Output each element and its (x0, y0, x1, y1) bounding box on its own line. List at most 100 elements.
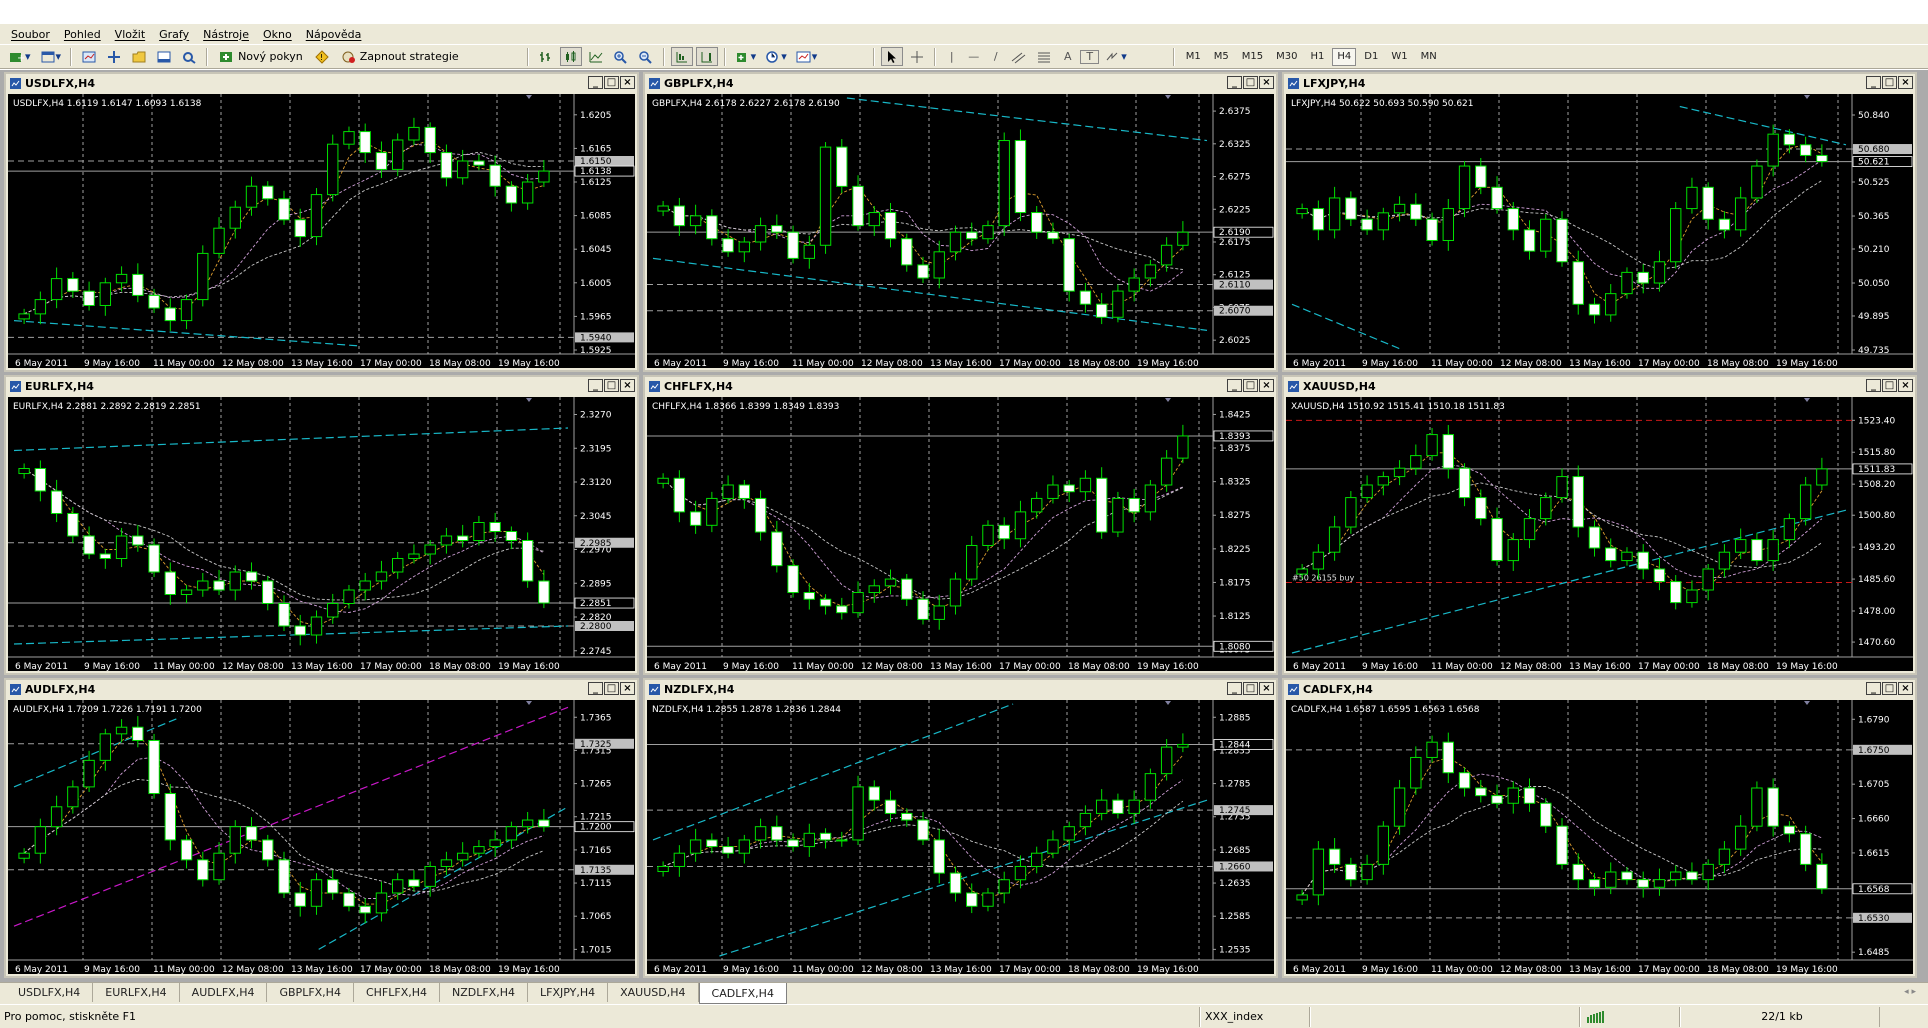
minimize-icon[interactable]: _ (1866, 682, 1881, 695)
timeframe-m30[interactable]: M30 (1271, 48, 1302, 66)
timeframe-m5[interactable]: M5 (1209, 48, 1234, 66)
chart-titlebar[interactable]: USDLFX,H4 _ □ × (6, 74, 637, 92)
menu-charts[interactable]: Grafy (152, 28, 196, 41)
chart-tab[interactable]: GBPLFX,H4 (267, 983, 354, 1002)
chart-canvas[interactable]: 6 May 2011 9 May 16:00 11 May 00:00 12 May … (1286, 94, 1913, 368)
chart-tab[interactable]: XAUUSD,H4 (608, 983, 699, 1002)
minimize-icon[interactable]: _ (588, 682, 603, 695)
minimize-icon[interactable]: _ (1227, 682, 1242, 695)
chart-window[interactable]: CHFLFX,H4 _ □ × 6 May 2011 9 May 16:00 11 May … (643, 375, 1278, 675)
chart-tab[interactable]: NZDLFX,H4 (440, 983, 528, 1002)
close-icon[interactable]: × (620, 379, 635, 392)
zoom-out-icon[interactable] (635, 47, 657, 66)
maximize-icon[interactable]: □ (1882, 379, 1897, 392)
close-icon[interactable]: × (1259, 379, 1274, 392)
maximize-icon[interactable]: □ (1243, 379, 1258, 392)
chart-titlebar[interactable]: NZDLFX,H4 _ □ × (645, 680, 1276, 698)
menu-file[interactable]: Soubor (4, 28, 57, 41)
chart-window[interactable]: GBPLFX,H4 _ □ × 6 May 2011 9 May 16:00 11 May … (643, 72, 1278, 372)
price-chart[interactable]: 6 May 2011 9 May 16:00 11 May 00:00 12 May … (8, 397, 635, 671)
text-label-tool[interactable]: T (1080, 49, 1100, 64)
menu-view[interactable]: Pohled (57, 28, 108, 41)
text-tool[interactable]: A (1058, 47, 1077, 66)
menu-help[interactable]: Nápověda (299, 28, 369, 41)
vertical-line-tool[interactable]: | (942, 47, 961, 66)
chart-canvas[interactable]: 6 May 2011 9 May 16:00 11 May 00:00 12 May … (647, 700, 1274, 974)
chart-titlebar[interactable]: EURLFX,H4 _ □ × (6, 377, 637, 395)
periods-icon[interactable]: ▾ (762, 47, 790, 66)
menu-tools[interactable]: Nástroje (196, 28, 256, 41)
timeframe-w1[interactable]: W1 (1386, 48, 1412, 66)
tab-scroll-arrows-icon[interactable]: ◂ ▸ (1904, 987, 1916, 997)
close-icon[interactable]: × (1898, 682, 1913, 695)
chart-tab[interactable]: USDLFX,H4 (6, 983, 94, 1002)
autoscroll-icon[interactable] (670, 47, 693, 66)
close-icon[interactable]: × (1898, 76, 1913, 89)
minimize-icon[interactable]: _ (588, 379, 603, 392)
chart-titlebar[interactable]: GBPLFX,H4 _ □ × (645, 74, 1276, 92)
candlestick-icon[interactable] (559, 47, 582, 66)
bar-chart-icon[interactable] (535, 47, 557, 66)
chart-canvas[interactable]: 6 May 2011 9 May 16:00 11 May 00:00 12 May … (8, 94, 635, 368)
menu-insert[interactable]: Vložit (108, 28, 152, 41)
line-chart-icon[interactable] (585, 47, 607, 66)
minimize-icon[interactable]: _ (588, 76, 603, 89)
timeframe-d1[interactable]: D1 (1359, 48, 1383, 66)
chart-canvas[interactable]: 6 May 2011 9 May 16:00 11 May 00:00 12 May … (1286, 397, 1913, 671)
chart-titlebar[interactable]: CHFLFX,H4 _ □ × (645, 377, 1276, 395)
close-icon[interactable]: × (620, 76, 635, 89)
timeframe-mn[interactable]: MN (1416, 48, 1442, 66)
zoom-in-icon[interactable] (610, 47, 632, 66)
close-icon[interactable]: × (620, 682, 635, 695)
price-chart[interactable]: 6 May 2011 9 May 16:00 11 May 00:00 12 May … (647, 700, 1274, 974)
minimize-icon[interactable]: _ (1866, 379, 1881, 392)
timeframe-m15[interactable]: M15 (1237, 48, 1268, 66)
close-icon[interactable]: × (1898, 379, 1913, 392)
tester-icon[interactable] (178, 47, 200, 66)
horizontal-line-tool[interactable]: — (964, 47, 983, 66)
meta-editor-icon[interactable]: ! (311, 47, 333, 66)
chart-tab[interactable]: AUDLFX,H4 (180, 983, 268, 1002)
chart-window[interactable]: XAUUSD,H4 _ □ × 6 May 2011 9 May 16:00 11 May … (1282, 375, 1917, 675)
chart-canvas[interactable]: 6 May 2011 9 May 16:00 11 May 00:00 12 May … (647, 397, 1274, 671)
timeframe-m1[interactable]: M1 (1181, 48, 1206, 66)
crosshair-icon[interactable] (906, 47, 928, 66)
chart-tab-active[interactable]: CADLFX,H4 (698, 983, 787, 1004)
price-chart[interactable]: 6 May 2011 9 May 16:00 11 May 00:00 12 May … (647, 94, 1274, 368)
chart-titlebar[interactable]: XAUUSD,H4 _ □ × (1284, 377, 1915, 395)
chart-window[interactable]: NZDLFX,H4 _ □ × 6 May 2011 9 May 16:00 11 May … (643, 678, 1278, 978)
maximize-icon[interactable]: □ (1882, 682, 1897, 695)
chart-canvas[interactable]: 6 May 2011 9 May 16:00 11 May 00:00 12 May … (8, 397, 635, 671)
chart-canvas[interactable]: 6 May 2011 9 May 16:00 11 May 00:00 12 May … (8, 700, 635, 974)
maximize-icon[interactable]: □ (604, 76, 619, 89)
fibonacci-icon[interactable] (1033, 47, 1055, 66)
data-window-icon[interactable] (103, 47, 125, 66)
terminal-icon[interactable] (153, 47, 175, 66)
chart-tab[interactable]: LFXJPY,H4 (528, 983, 609, 1002)
chart-shift-icon[interactable] (695, 47, 718, 66)
chart-window[interactable]: CADLFX,H4 _ □ × 6 May 2011 9 May 16:00 11 May … (1282, 678, 1917, 978)
minimize-icon[interactable]: _ (1227, 76, 1242, 89)
trendline-tool[interactable]: / (986, 47, 1005, 66)
start-strategy-button[interactable]: Zapnout strategie (336, 47, 464, 66)
price-chart[interactable]: 6 May 2011 9 May 16:00 11 May 00:00 12 May … (8, 94, 635, 368)
price-chart[interactable]: 6 May 2011 9 May 16:00 11 May 00:00 12 May … (1286, 700, 1913, 974)
close-icon[interactable]: × (1259, 682, 1274, 695)
timeframe-h1[interactable]: H1 (1306, 48, 1330, 66)
chart-titlebar[interactable]: LFXJPY,H4 _ □ × (1284, 74, 1915, 92)
chart-titlebar[interactable]: CADLFX,H4 _ □ × (1284, 680, 1915, 698)
chart-tab[interactable]: EURLFX,H4 (93, 983, 180, 1002)
chart-window[interactable]: AUDLFX,H4 _ □ × 6 May 2011 9 May 16:00 11 May … (4, 678, 639, 978)
chart-window[interactable]: USDLFX,H4 _ □ × 6 May 2011 9 May 16:00 11 May … (4, 72, 639, 372)
minimize-icon[interactable]: _ (1227, 379, 1242, 392)
chart-window[interactable]: EURLFX,H4 _ □ × 6 May 2011 9 May 16:00 11 May … (4, 375, 639, 675)
maximize-icon[interactable]: □ (604, 682, 619, 695)
indicators-icon[interactable]: ▾ (732, 47, 760, 66)
maximize-icon[interactable]: □ (1882, 76, 1897, 89)
maximize-icon[interactable]: □ (1243, 76, 1258, 89)
price-chart[interactable]: 6 May 2011 9 May 16:00 11 May 00:00 12 May … (1286, 94, 1913, 368)
chart-window[interactable]: LFXJPY,H4 _ □ × 6 May 2011 9 May 16:00 11 May … (1282, 72, 1917, 372)
menu-window[interactable]: Okno (256, 28, 299, 41)
channel-icon[interactable] (1008, 47, 1030, 66)
chart-canvas[interactable]: 6 May 2011 9 May 16:00 11 May 00:00 12 May … (1286, 700, 1913, 974)
